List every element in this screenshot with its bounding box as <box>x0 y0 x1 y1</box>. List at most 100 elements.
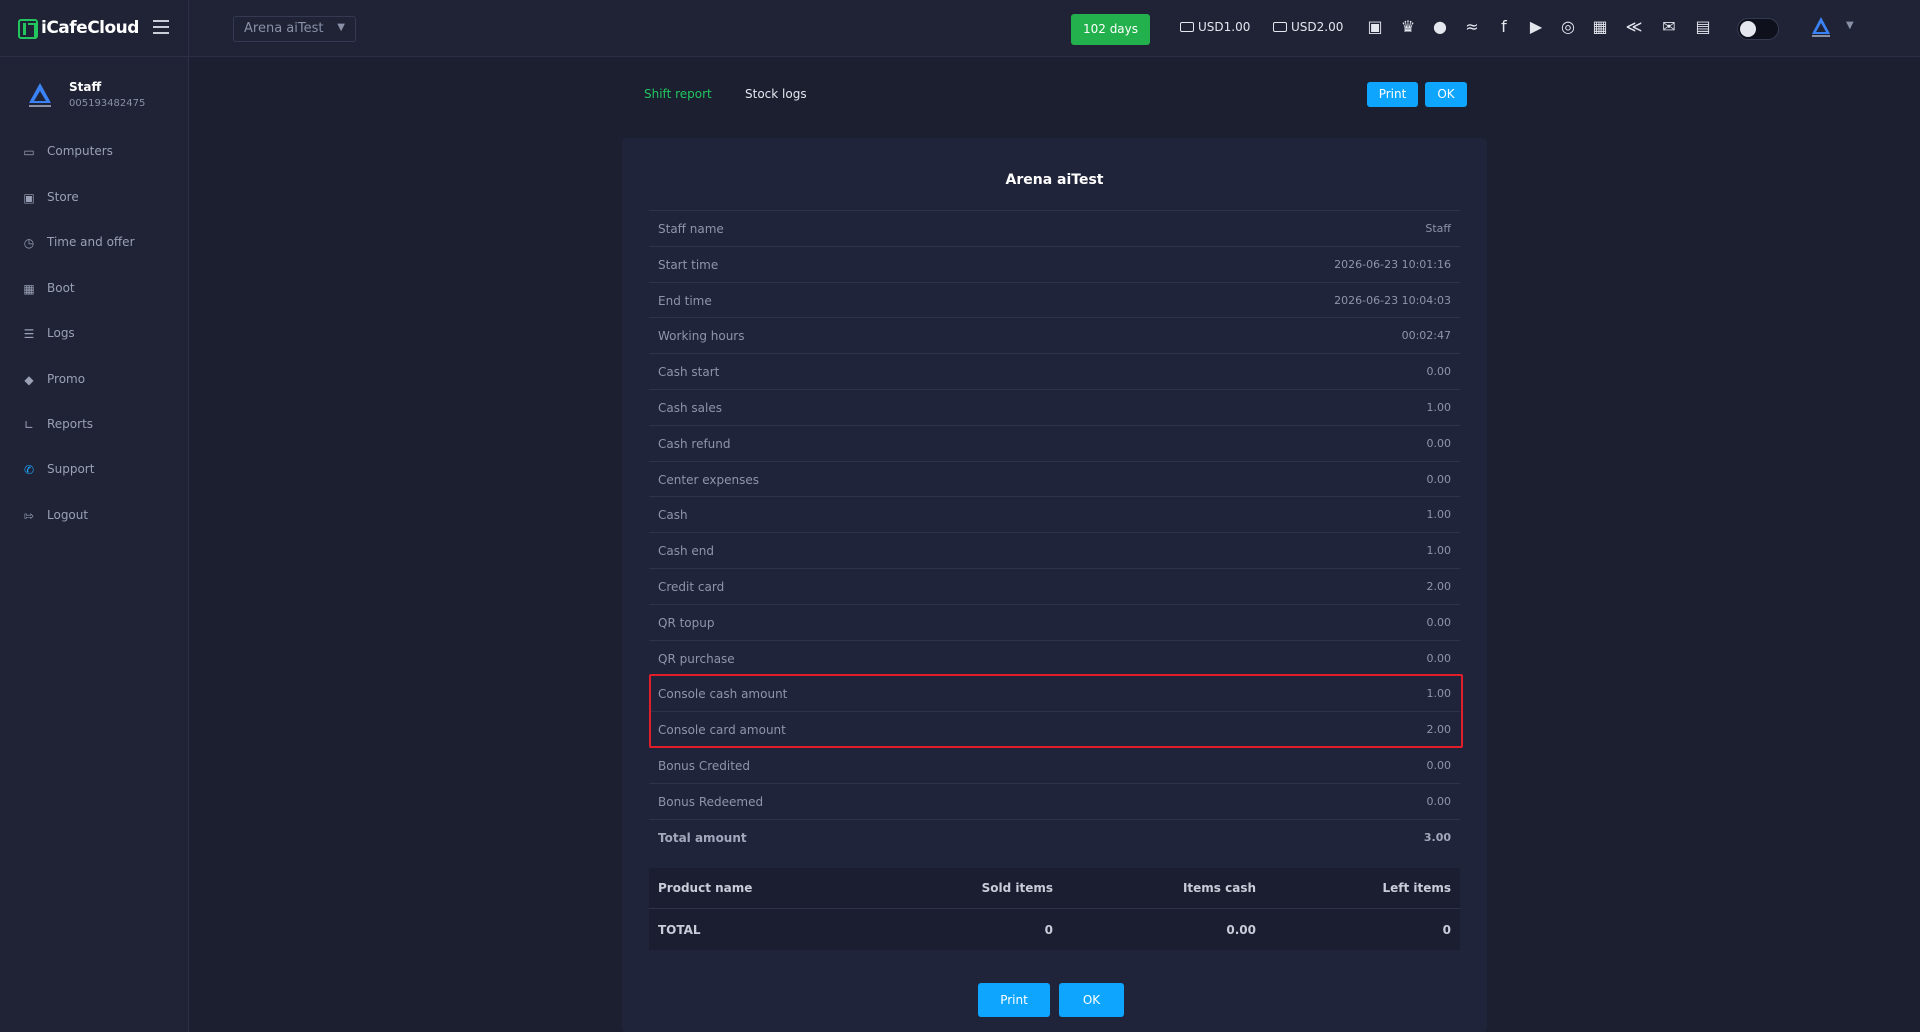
sidebar-item-label: Store <box>47 190 79 204</box>
top-bar: iCafeCloud Arena aiTest ▼ 102 days USD1.… <box>0 0 1920 57</box>
handshake-icon[interactable]: ≪ <box>1623 16 1645 38</box>
card-balance-value: USD2.00 <box>1291 20 1344 34</box>
report-row: Console cash amount 1.00 <box>649 675 1460 711</box>
ok-button-top[interactable]: OK <box>1425 82 1467 107</box>
report-row: Credit card 2.00 <box>649 567 1460 604</box>
report-row-value: Staff <box>1425 222 1451 235</box>
facebook-icon[interactable]: f <box>1493 16 1515 38</box>
report-row-label: Staff name <box>658 222 724 236</box>
sidebar-item-reports[interactable]: ∟ Reports <box>0 410 188 440</box>
report-row: End time 2026-06-23 10:04:03 <box>649 281 1460 318</box>
chat-icon[interactable]: ▤ <box>1692 16 1714 38</box>
report-row-label: End time <box>658 293 712 308</box>
report-title: Arena aiTest <box>1005 172 1104 188</box>
ok-button-bottom[interactable]: OK <box>1059 983 1124 1017</box>
report-row-value: 1.00 <box>1426 508 1452 522</box>
report-row-label: Cash start <box>658 365 720 380</box>
report-row-label: Bonus Credited <box>658 758 750 773</box>
chevron-down-icon: ▼ <box>337 22 345 33</box>
menu-toggle-icon[interactable] <box>153 20 169 34</box>
report-row-label: Credit card <box>658 579 725 594</box>
days-remaining-badge[interactable]: 102 days <box>1071 14 1150 45</box>
report-row: Cash refund 0.00 <box>649 424 1460 461</box>
sidebar-item-label: Boot <box>47 281 75 295</box>
brand-name: iCafeCloud <box>41 18 139 38</box>
windows-icon: ▦ <box>23 282 35 296</box>
total-items-cash: 0.00 <box>1226 923 1256 937</box>
report-row-value: 0.00 <box>1426 436 1452 450</box>
report-rows: Staff name Staff Start time 2026-06-23 10:0… <box>649 210 1460 854</box>
product-table-header: Product name Sold items Items cash Left … <box>649 868 1460 908</box>
monitor-icon: ▭ <box>23 145 35 159</box>
logout-icon: ⇰ <box>23 509 35 523</box>
report-row-value: 0.00 <box>1426 615 1452 629</box>
report-row-label: Cash sales <box>658 400 722 415</box>
icafe-icon[interactable]: ▦ <box>1589 16 1611 38</box>
rss-icon[interactable]: ≈ <box>1461 16 1483 38</box>
total-left-items: 0 <box>1442 923 1451 937</box>
report-row: QR purchase 0.00 <box>649 639 1460 676</box>
ranking-icon[interactable]: ▣ <box>1364 16 1386 38</box>
report-row-label: Total amount <box>658 830 747 845</box>
sidebar-item-time-and-offer[interactable]: ◷ Time and offer <box>0 228 188 258</box>
report-row-value: 2.00 <box>1426 579 1452 593</box>
report-row: Start time 2026-06-23 10:01:16 <box>649 245 1460 282</box>
sidebar-item-boot[interactable]: ▦ Boot <box>0 274 188 304</box>
user-avatar-icon[interactable] <box>1808 14 1834 40</box>
total-label: TOTAL <box>658 923 701 937</box>
clock-icon: ◷ <box>23 236 35 250</box>
print-button-bottom[interactable]: Print <box>978 983 1050 1017</box>
center-name: Arena aiTest <box>244 21 324 36</box>
print-button-top[interactable]: Print <box>1367 82 1418 107</box>
bag-icon: ▣ <box>23 191 35 205</box>
report-row-value: 1.00 <box>1426 400 1452 414</box>
report-row-label: Console card amount <box>658 723 786 738</box>
community-icon[interactable]: ● <box>1429 16 1451 38</box>
youtube-icon[interactable]: ▶ <box>1525 16 1547 38</box>
theme-toggle[interactable] <box>1737 18 1779 40</box>
list-icon: ☰ <box>23 327 35 341</box>
report-row: Center expenses 0.00 <box>649 460 1460 497</box>
sidebar-item-label: Logs <box>47 326 75 340</box>
col-sold-items: Sold items <box>981 881 1053 895</box>
account-chevron-down-icon[interactable]: ▼ <box>1846 20 1854 31</box>
report-row-label: Center expenses <box>658 472 759 487</box>
brand: iCafeCloud <box>0 0 189 57</box>
report-row: Cash start 0.00 <box>649 353 1460 389</box>
report-row-label: Cash end <box>658 544 715 559</box>
report-row: Cash 1.00 <box>649 496 1460 532</box>
mail-icon[interactable]: ✉ <box>1658 16 1680 38</box>
sidebar-item-logout[interactable]: ⇰ Logout <box>0 501 188 531</box>
report-row-label: Bonus Redeemed <box>658 794 764 809</box>
report-row-value: 0.00 <box>1426 758 1452 772</box>
sidebar-item-support[interactable]: ✆ Support <box>0 455 188 485</box>
report-row-value: 0.00 <box>1426 651 1452 665</box>
globe-icon[interactable]: ◎ <box>1557 16 1579 38</box>
report-row-label: QR purchase <box>658 651 735 666</box>
sidebar-item-computers[interactable]: ▭ Computers <box>0 137 188 167</box>
report-row-label: Start time <box>658 257 719 272</box>
col-left-items: Left items <box>1382 881 1451 895</box>
tab-stock-logs[interactable]: Stock logs <box>745 87 807 101</box>
tab-shift-report[interactable]: Shift report <box>644 87 712 101</box>
report-row-value: 0.00 <box>1426 472 1452 486</box>
trophy-icon[interactable]: ♛ <box>1397 16 1419 38</box>
sidebar-item-label: Support <box>47 462 95 476</box>
report-row-label: QR topup <box>658 615 715 630</box>
product-total-row: TOTAL 0 0.00 0 <box>649 908 1460 950</box>
report-row: Cash end 1.00 <box>649 532 1460 568</box>
center-selector[interactable]: Arena aiTest ▼ <box>233 16 356 42</box>
sidebar-item-promo[interactable]: ◆ Promo <box>0 365 188 395</box>
report-row-value: 2026-06-23 10:04:03 <box>1334 293 1451 307</box>
report-row: Working hours 00:02:47 <box>649 317 1460 353</box>
total-sold-items: 0 <box>1044 923 1053 937</box>
cash-icon <box>1180 22 1194 32</box>
card-icon <box>1273 22 1287 32</box>
report-row: Total amount 3.00 <box>649 818 1460 855</box>
report-row-label: Cash refund <box>658 436 731 451</box>
report-row: Bonus Redeemed 0.00 <box>649 782 1460 819</box>
report-row-label: Console cash amount <box>658 687 788 702</box>
report-row-value: 2026-06-23 10:01:16 <box>1334 257 1451 271</box>
sidebar-item-logs[interactable]: ☰ Logs <box>0 319 188 349</box>
sidebar-item-store[interactable]: ▣ Store <box>0 183 188 213</box>
